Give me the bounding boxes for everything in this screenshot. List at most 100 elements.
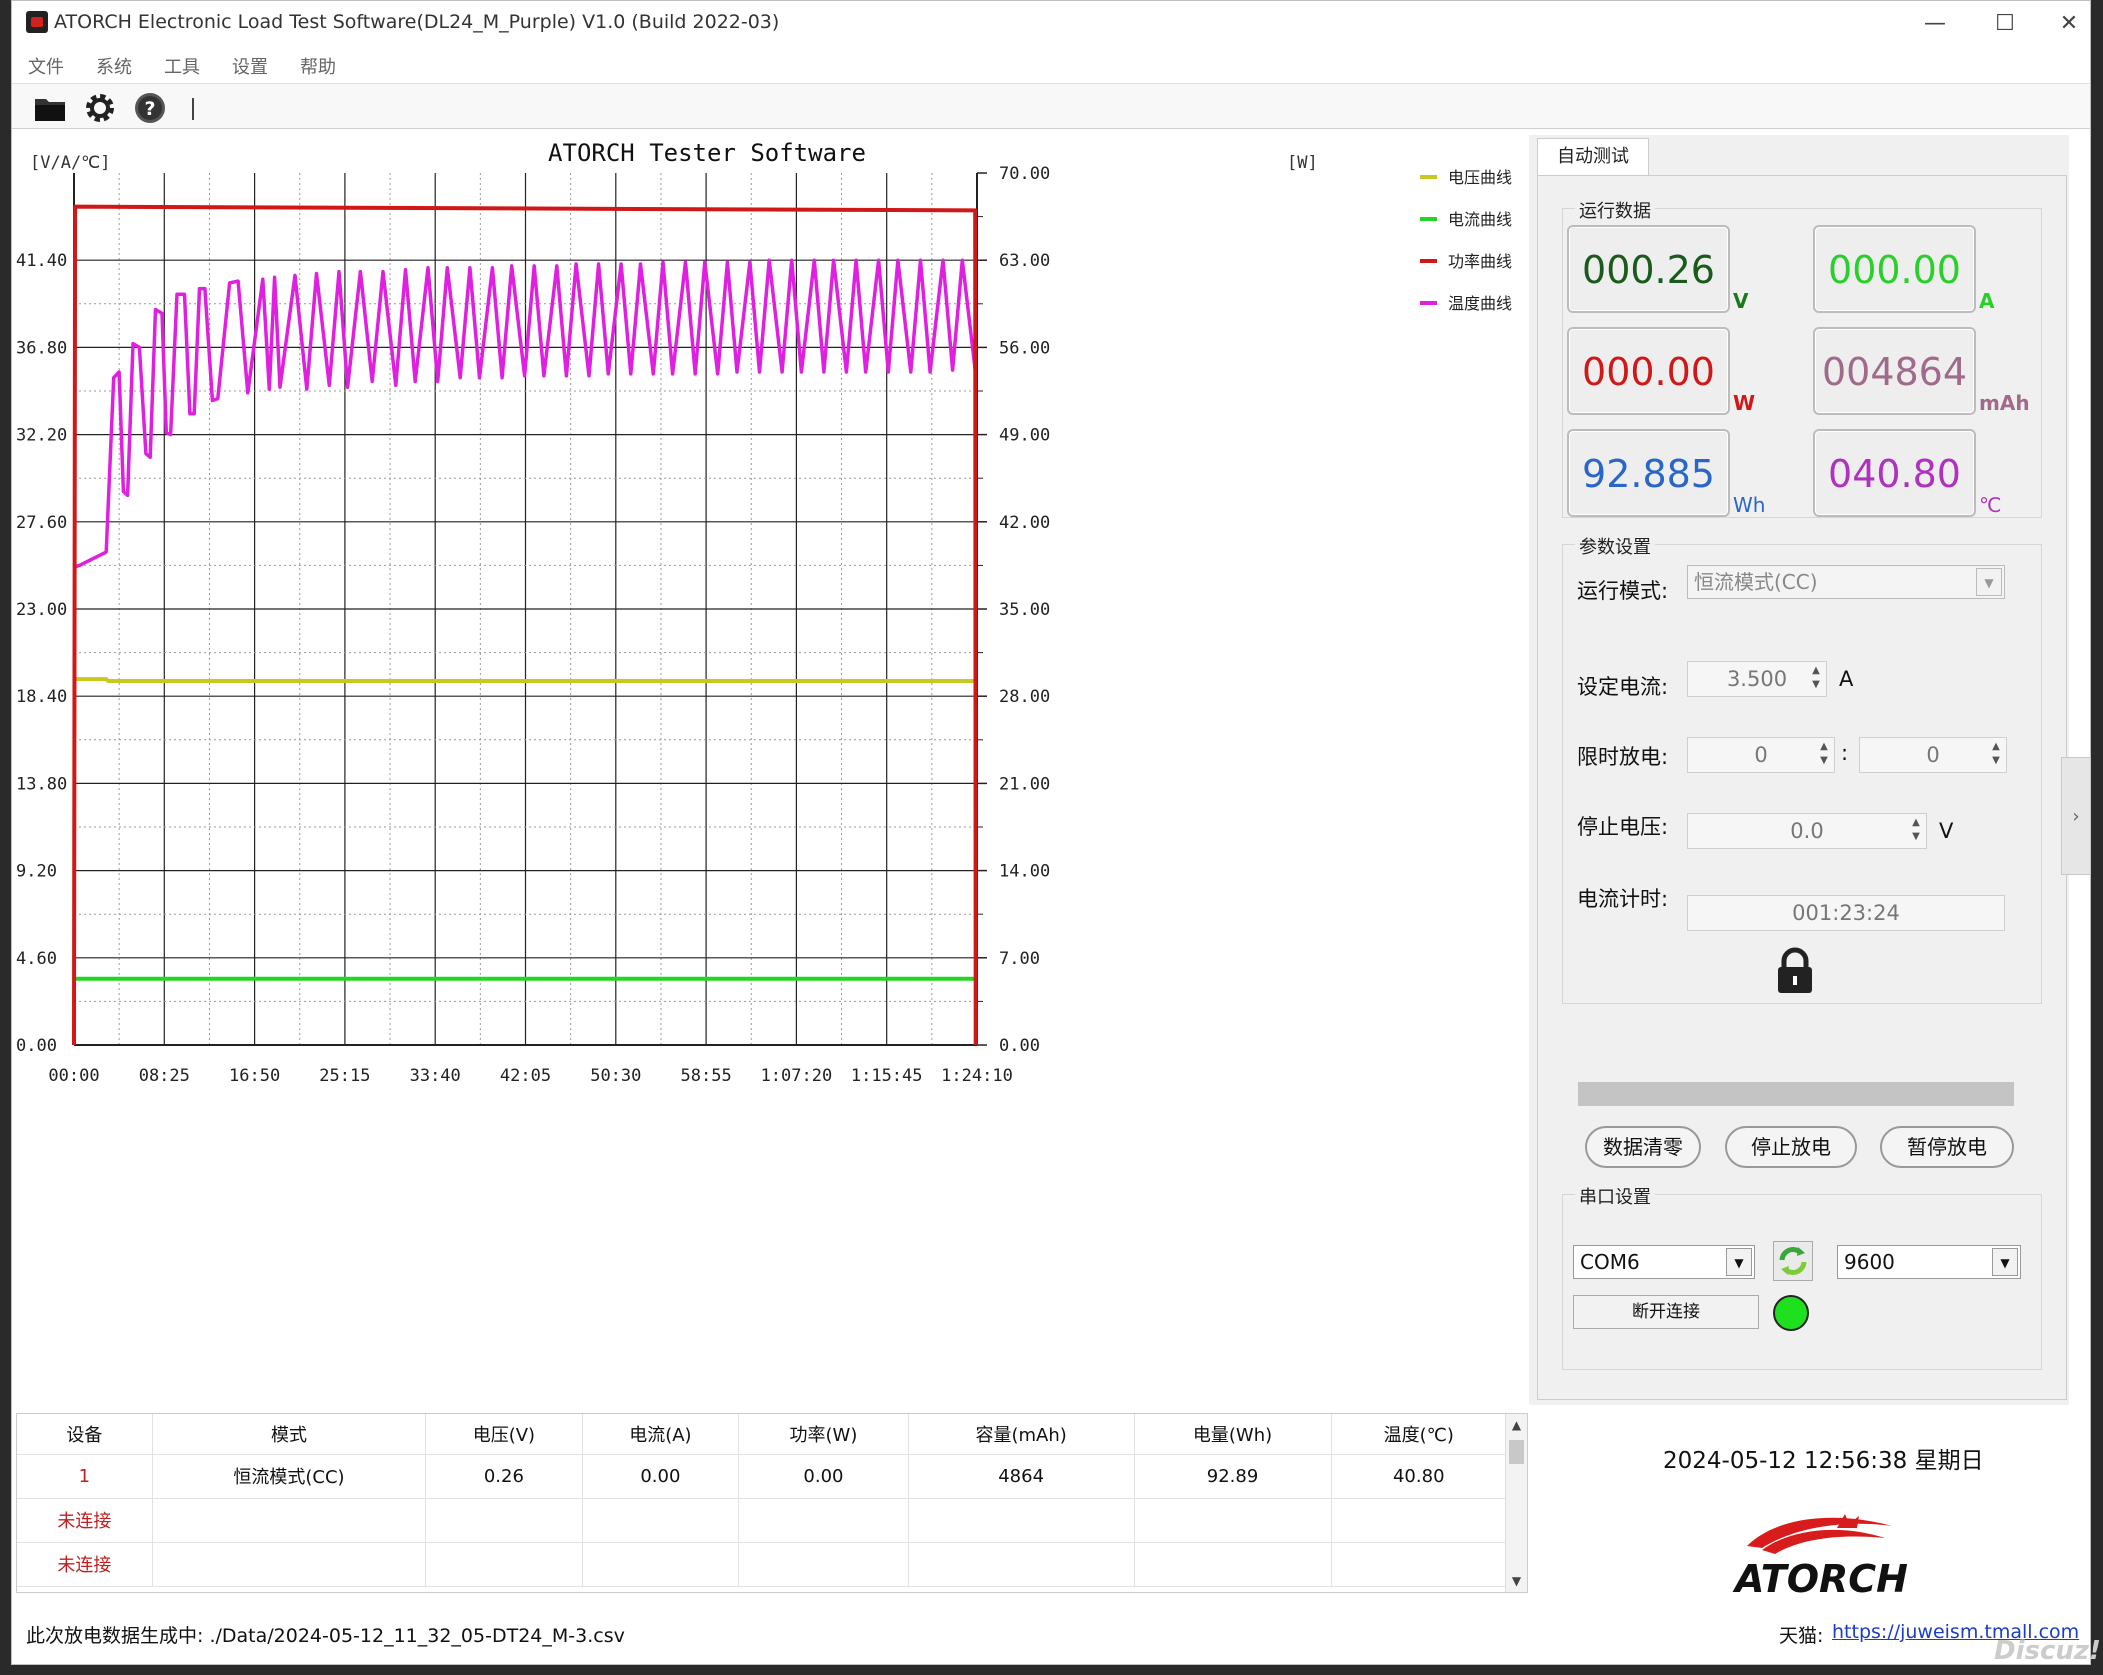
table-cell: [152, 1542, 427, 1587]
atorch-logo: ATORCH: [1732, 1514, 1908, 1601]
control-panel: 自动测试 运行数据 000.26 V 000.00 A 000.00 W 004…: [1529, 135, 2069, 1405]
refresh-button[interactable]: [1773, 1241, 1813, 1281]
device-table-grid: 设备 模式 电压(V) 电流(A) 功率(W) 容量(mAh) 电量(Wh) 温…: [17, 1414, 1508, 1587]
x-tick-label: 1:15:45: [851, 1066, 923, 1086]
minimize-button[interactable]: —: [1915, 7, 1955, 41]
close-button[interactable]: ✕: [2049, 7, 2089, 41]
table-cell: 0.00: [582, 1454, 740, 1499]
temperature-display: 040.80: [1813, 429, 1976, 517]
time-minutes-input[interactable]: 0 ▲ ▼: [1859, 737, 2007, 773]
toolbar: ?: [12, 83, 2090, 129]
current-set-unit: A: [1839, 667, 1854, 691]
table-cell: [1134, 1498, 1332, 1543]
x-tick-label: 16:50: [229, 1066, 280, 1086]
right-tick-label: 21.00: [999, 774, 1050, 794]
stop-voltage-input[interactable]: 0.0 ▲ ▼: [1687, 813, 1927, 849]
temperature-unit: ℃: [1979, 493, 2002, 517]
clear-data-button[interactable]: 数据清零: [1585, 1126, 1701, 1168]
right-tick-label: 63.00: [999, 251, 1050, 271]
table-row[interactable]: 未连接: [17, 1542, 1508, 1587]
baud-select[interactable]: 9600 ▼: [1837, 1245, 2021, 1279]
left-tick-label: 13.80: [16, 774, 67, 794]
table-row[interactable]: 未连接: [17, 1498, 1508, 1543]
table-scrollbar[interactable]: ▲ ▼: [1505, 1414, 1527, 1592]
x-tick-label: 25:15: [319, 1066, 370, 1086]
left-tick-label: 23.00: [16, 600, 67, 620]
menu-tools[interactable]: 工具: [164, 53, 200, 79]
tab-auto-test[interactable]: 自动测试: [1537, 138, 1649, 176]
line-chart: ATORCH Tester Software [V/A/℃] [W] 00:00…: [16, 139, 1512, 1086]
stop-discharge-button[interactable]: 停止放电: [1725, 1126, 1857, 1168]
table-cell: [1331, 1542, 1508, 1587]
table-cell: [1331, 1498, 1508, 1543]
right-tick-label: 56.00: [999, 338, 1050, 358]
run-data-group: 运行数据 000.26 V 000.00 A 000.00 W 004864 m…: [1562, 197, 2042, 518]
side-expand-button[interactable]: ›: [2061, 757, 2091, 875]
scroll-up-icon[interactable]: ▲: [1506, 1418, 1527, 1432]
mode-label: 运行模式:: [1577, 579, 1669, 603]
current-stepper[interactable]: ▲ ▼: [1808, 664, 1824, 694]
x-tick-label: 08:25: [139, 1066, 190, 1086]
chevron-right-icon: ›: [2072, 806, 2080, 827]
power-unit: W: [1733, 391, 1756, 415]
x-tick-label: 42:05: [500, 1066, 551, 1086]
menu-file[interactable]: 文件: [28, 53, 64, 79]
serial-title: 串口设置: [1575, 1183, 1655, 1209]
scroll-thumb[interactable]: [1509, 1440, 1524, 1464]
tab-body: 运行数据 000.26 V 000.00 A 000.00 W 004864 m…: [1537, 175, 2067, 1400]
menu-help[interactable]: 帮助: [300, 53, 336, 79]
column-header: 设备: [17, 1414, 153, 1455]
right-tick-label: 35.00: [999, 600, 1050, 620]
table-cell: 0.00: [738, 1454, 909, 1499]
x-tick-label: 1:07:20: [761, 1066, 833, 1086]
time-hours-stepper[interactable]: ▲ ▼: [1816, 740, 1832, 770]
column-header: 电量(Wh): [1134, 1414, 1332, 1455]
menu-settings[interactable]: 设置: [232, 53, 268, 79]
menu-bar: 文件 系统 工具 设置 帮助: [12, 45, 2090, 81]
table-cell: 4864: [908, 1454, 1135, 1499]
current-set-input[interactable]: 3.500 ▲ ▼: [1687, 661, 1827, 697]
stop-voltage-unit: V: [1939, 819, 1954, 843]
disconnect-button[interactable]: 断开连接: [1573, 1295, 1759, 1329]
app-window: ATORCH Electronic Load Test Software(DL2…: [11, 0, 2091, 1665]
status-bar: 此次放电数据生成中: ./Data/2024-05-12_11_32_05-DT…: [12, 1601, 2090, 1661]
folder-icon[interactable]: [32, 90, 68, 126]
table-row[interactable]: 1 恒流模式(CC) 0.26 0.00 0.00 4864 92.89 40.…: [17, 1454, 1508, 1499]
logo-text: ATORCH: [1732, 1557, 1908, 1601]
file-status-text: 此次放电数据生成中: ./Data/2024-05-12_11_32_05-DT…: [26, 1625, 625, 1647]
toolbar-separator: [192, 98, 194, 120]
stop-voltage-stepper[interactable]: ▲ ▼: [1908, 816, 1924, 846]
chevron-down-icon: ▼: [1992, 1248, 2018, 1276]
gear-icon[interactable]: [82, 90, 118, 126]
port-select[interactable]: COM6 ▼: [1573, 1245, 1755, 1279]
lock-icon[interactable]: [1773, 947, 1817, 995]
shop-label: 天猫:: [1779, 1625, 1824, 1647]
table-cell: [908, 1542, 1135, 1587]
app-logo-icon: [26, 11, 48, 33]
params-title: 参数设置: [1575, 533, 1655, 559]
table-cell: 92.89: [1134, 1454, 1332, 1499]
svg-text:?: ?: [144, 98, 155, 120]
time-minutes-stepper[interactable]: ▲ ▼: [1988, 740, 2004, 770]
left-tick-label: 36.80: [16, 338, 67, 358]
right-tick-label: 70.00: [999, 164, 1050, 184]
params-group: 参数设置 运行模式: 恒流模式(CC) ▼ 设定电流: 3.500 ▲ ▼ A 限…: [1562, 533, 2042, 1004]
pause-discharge-button[interactable]: 暂停放电: [1880, 1126, 2014, 1168]
table-cell: 恒流模式(CC): [152, 1454, 427, 1499]
table-cell: [582, 1542, 740, 1587]
time-minutes-value: 0: [1926, 743, 1940, 767]
help-icon[interactable]: ?: [132, 90, 168, 126]
table-header-row: 设备 模式 电压(V) 电流(A) 功率(W) 容量(mAh) 电量(Wh) 温…: [17, 1414, 1508, 1455]
right-tick-label: 42.00: [999, 513, 1050, 533]
mode-select[interactable]: 恒流模式(CC) ▼: [1687, 565, 2005, 599]
left-tick-label: 0.00: [16, 1036, 57, 1056]
voltage-display: 000.26: [1567, 225, 1730, 313]
legend-label: 电流曲线: [1448, 210, 1512, 229]
menu-system[interactable]: 系统: [96, 53, 132, 79]
table-cell: [1134, 1542, 1332, 1587]
energy-display: 92.885: [1567, 429, 1730, 517]
time-hours-input[interactable]: 0 ▲ ▼: [1687, 737, 1835, 773]
maximize-button[interactable]: ☐: [1985, 7, 2025, 41]
series-line-0: [74, 677, 976, 683]
scroll-down-icon[interactable]: ▼: [1506, 1574, 1527, 1588]
